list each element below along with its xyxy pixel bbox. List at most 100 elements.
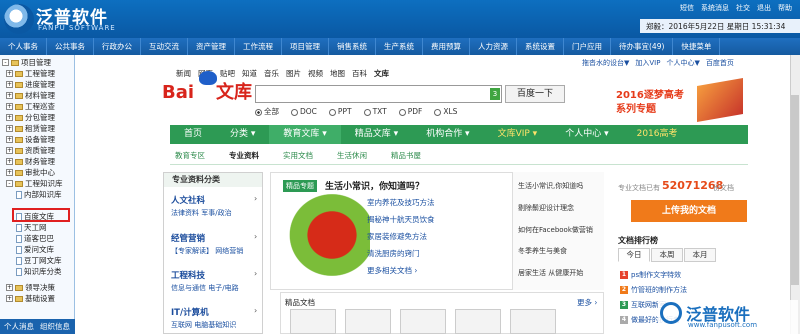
category-sub[interactable]: 信息与通信 电子/电路	[171, 283, 239, 293]
tab-baike[interactable]: 百科	[352, 68, 367, 79]
doc-thumbnail[interactable]	[455, 309, 501, 334]
doc-thumbnail[interactable]	[290, 309, 336, 334]
nav-public[interactable]: 公共事务	[47, 38, 94, 55]
expand-icon[interactable]: +	[6, 114, 13, 121]
join-vip-link[interactable]: 加入VIP	[635, 58, 660, 68]
feature-more-link[interactable]: 更多相关文档 ›	[367, 265, 417, 276]
nav-workflow[interactable]: 工作流程	[235, 38, 282, 55]
expand-icon[interactable]: +	[6, 147, 13, 154]
menu-vip[interactable]: 文库VIP ▾	[484, 125, 552, 144]
menu-cooperation[interactable]: 机构合作 ▾	[412, 125, 483, 144]
nav-office[interactable]: 行政办公	[94, 38, 141, 55]
expand-icon[interactable]: +	[6, 136, 13, 143]
tab-music[interactable]: 音乐	[264, 68, 279, 79]
subnav-life[interactable]: 生活休闲	[337, 150, 367, 161]
doc-thumbnail[interactable]	[510, 309, 556, 334]
menu-home[interactable]: 首页	[170, 125, 216, 144]
search-input[interactable]	[255, 85, 502, 103]
tree-item[interactable]: + 工程巡查	[6, 101, 55, 112]
subnav-practical[interactable]: 实用文档	[283, 150, 313, 161]
chevron-right-icon[interactable]: ›	[254, 232, 257, 241]
tree-item[interactable]: - 工程知识库	[6, 178, 63, 189]
tab-wenku[interactable]: 文库	[374, 68, 389, 79]
expand-icon[interactable]: +	[6, 158, 13, 165]
expand-icon[interactable]: +	[6, 70, 13, 77]
category-title[interactable]: 经管营销	[171, 232, 205, 244]
upload-button[interactable]: 上传我的文档	[631, 200, 747, 222]
nav-production[interactable]: 生产系统	[376, 38, 423, 55]
personal-msg-tab[interactable]: 个人消息	[4, 321, 34, 332]
tab-map[interactable]: 地图	[330, 68, 345, 79]
feature-title[interactable]: 生活小常识，你知道吗？	[325, 179, 424, 192]
menu-premium[interactable]: 精品文库 ▾	[341, 125, 412, 144]
tree-item[interactable]: + 基础设置	[6, 293, 55, 304]
promo-subtitle[interactable]: 系列专题	[616, 100, 656, 115]
nav-budget[interactable]: 费用预算	[423, 38, 470, 55]
tab-video[interactable]: 视频	[308, 68, 323, 79]
tree-leaf[interactable]: 内部知识库	[16, 189, 62, 200]
subnav-books[interactable]: 精品书屋	[391, 150, 421, 161]
tree-leaf[interactable]: 豆丁网文库	[16, 255, 62, 266]
tree-leaf[interactable]: 道客巴巴	[16, 233, 54, 244]
search-button[interactable]: 百度一下	[505, 85, 565, 103]
nav-assets[interactable]: 资产管理	[188, 38, 235, 55]
tree-item[interactable]: + 财务管理	[6, 156, 55, 167]
tree-leaf[interactable]: 知识库分类	[16, 266, 62, 277]
category-title[interactable]: 工程科技	[171, 269, 205, 281]
chevron-right-icon[interactable]: ›	[254, 306, 257, 315]
expand-icon[interactable]: +	[6, 169, 13, 176]
nav-portal[interactable]: 门户应用	[564, 38, 611, 55]
rank-item[interactable]: 2 竹管班的制作方法	[620, 285, 687, 295]
tree-item[interactable]: + 租赁管理	[6, 123, 55, 134]
chevron-right-icon[interactable]: ›	[254, 269, 257, 278]
subnav-professional[interactable]: 专业资料	[229, 150, 259, 161]
tree-item[interactable]: + 设备管理	[6, 134, 55, 145]
user-menu[interactable]: 拖沓水的设台▼	[582, 58, 629, 68]
recommended-more-link[interactable]: 更多 ›	[577, 297, 597, 308]
expand-icon[interactable]: +	[6, 81, 13, 88]
category-sub[interactable]: 【专家解读】 网络营销	[171, 246, 243, 256]
tree-item[interactable]: + 领导决策	[6, 282, 55, 293]
tree-item[interactable]: + 分包管理	[6, 112, 55, 123]
rank-tab-month[interactable]: 本月	[684, 248, 716, 262]
nav-personal[interactable]: 个人事务	[0, 38, 47, 55]
nav-shortcut[interactable]: 快捷菜单	[673, 38, 721, 55]
related-item[interactable]: 生活小常识,你知道吗	[518, 181, 583, 191]
tree-item[interactable]: + 材料管理	[6, 90, 55, 101]
filter-doc[interactable]: DOC	[291, 107, 317, 116]
expand-icon[interactable]: +	[6, 295, 13, 302]
nav-settings[interactable]: 系统设置	[517, 38, 564, 55]
nav-sales[interactable]: 销售系统	[329, 38, 376, 55]
doc-thumbnail[interactable]	[400, 309, 446, 334]
collapse-icon[interactable]: -	[2, 59, 9, 66]
filter-pdf[interactable]: PDF	[398, 107, 422, 116]
related-item[interactable]: 冬季养生与美食	[518, 246, 567, 256]
category-sub[interactable]: 互联网 电脑基础知识	[171, 320, 236, 330]
category-title[interactable]: IT/计算机	[171, 306, 209, 318]
filter-xls[interactable]: XLS	[434, 107, 457, 116]
tree-root[interactable]: - 项目管理	[2, 57, 51, 68]
rank-item[interactable]: 1 ps制作文字特效	[620, 270, 681, 280]
nav-interact[interactable]: 互动交流	[141, 38, 188, 55]
chevron-right-icon[interactable]: ›	[254, 194, 257, 203]
expand-icon[interactable]: +	[6, 125, 13, 132]
category-sub[interactable]: 法律资料 军事/政治	[171, 208, 232, 218]
promo-title[interactable]: 2016逐梦高考	[616, 86, 684, 101]
expand-icon[interactable]: +	[6, 92, 13, 99]
tree-item[interactable]: + 资质管理	[6, 145, 55, 156]
sms-link[interactable]: 短信	[678, 3, 696, 13]
feature-image[interactable]	[275, 180, 370, 280]
org-info-tab[interactable]: 组织信息	[40, 321, 70, 332]
tab-image[interactable]: 图片	[286, 68, 301, 79]
sysmsg-link[interactable]: 系统消息	[699, 3, 731, 13]
expand-icon[interactable]: +	[6, 284, 13, 291]
nav-hr[interactable]: 人力资源	[470, 38, 517, 55]
filter-ppt[interactable]: PPT	[328, 107, 352, 116]
tree-leaf[interactable]: 天工网	[16, 222, 47, 233]
related-item[interactable]: 剔除鬃迎设计理念	[518, 203, 574, 213]
subnav-education[interactable]: 教育专区	[175, 150, 205, 161]
baidu-home-link[interactable]: 百度首页	[706, 58, 734, 68]
feature-link[interactable]: 清洗厨房的窍门	[367, 248, 420, 259]
feature-link[interactable]: 家居装修避免方法	[367, 231, 427, 242]
menu-category[interactable]: 分类 ▾	[216, 125, 269, 144]
